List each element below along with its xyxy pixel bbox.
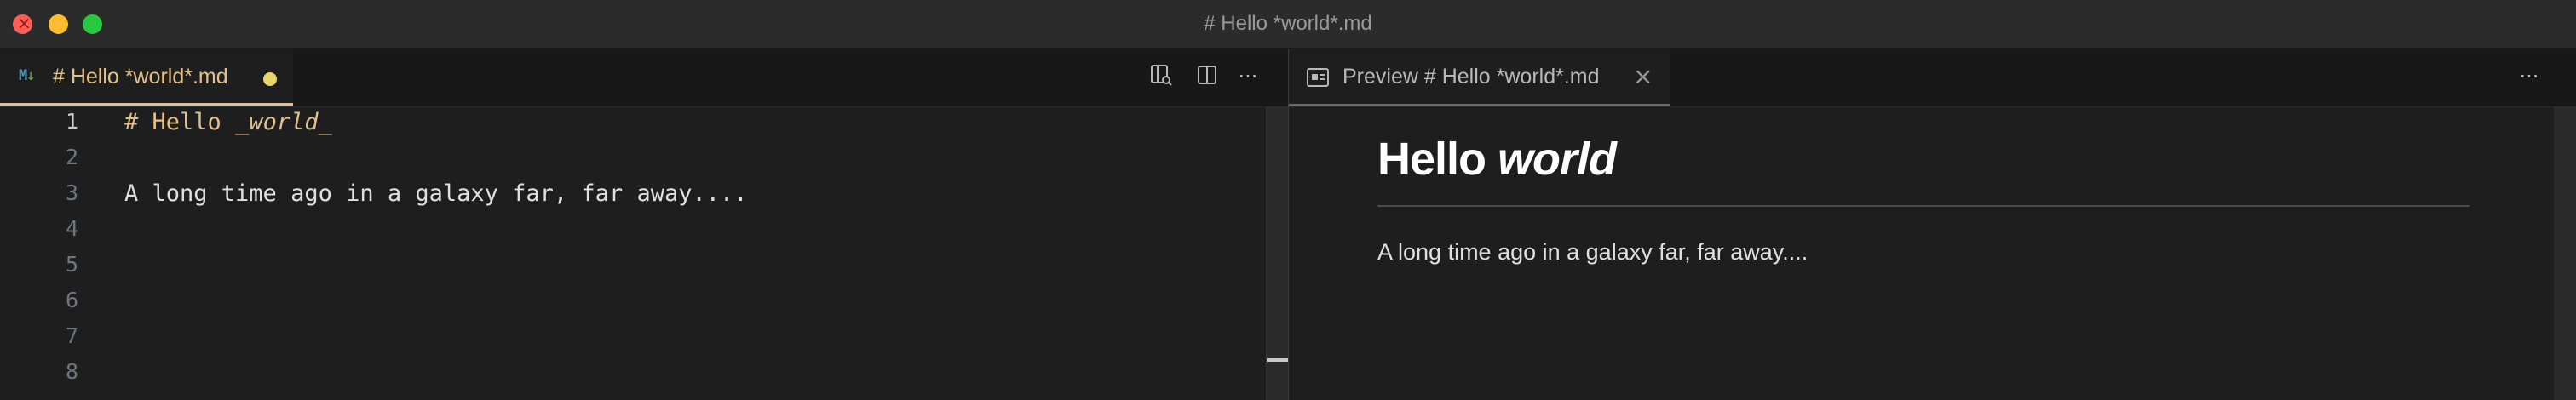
right-tab-bar: Preview # Hello *world*.md × ··· xyxy=(1289,49,2576,107)
preview-scrollbar[interactable] xyxy=(2554,107,2576,400)
editor-scrollbar[interactable] xyxy=(1266,107,1289,400)
more-actions-icon[interactable]: ··· xyxy=(2515,62,2544,91)
editor-line[interactable]: 5 xyxy=(0,252,1266,288)
editor-line[interactable]: 8 xyxy=(0,359,1266,395)
more-actions-icon[interactable]: ··· xyxy=(1233,62,1262,91)
preview-heading-italic: world xyxy=(1498,134,1617,185)
markdown-italic-text: _world_ xyxy=(235,109,332,135)
line-number: 6 xyxy=(65,288,78,312)
line-number: 7 xyxy=(65,323,78,348)
split-editor-icon[interactable] xyxy=(1193,62,1222,91)
tab-preview-hello-world-md[interactable]: Preview # Hello *world*.md × xyxy=(1289,49,1670,106)
tab-hello-world-md[interactable]: M↓ # Hello *world*.md xyxy=(0,49,293,106)
line-number: 4 xyxy=(65,216,78,241)
unsaved-changes-icon[interactable] xyxy=(263,72,277,86)
preview-icon xyxy=(1307,68,1329,87)
heading-divider xyxy=(1377,205,2470,207)
preview-heading-text: Hello xyxy=(1377,134,1498,185)
markdown-heading-text: Hello xyxy=(138,109,236,135)
editor-line[interactable]: 2 xyxy=(0,145,1266,180)
line-number: 8 xyxy=(65,359,78,384)
line-number: 1 xyxy=(65,109,78,134)
line-number: 3 xyxy=(65,180,78,205)
left-tab-bar: M↓ # Hello *world*.md ··· xyxy=(0,49,1288,107)
preview-paragraph: A long time ago in a galaxy far, far awa… xyxy=(1377,239,1808,265)
title-bar: # Hello *world*.md xyxy=(0,0,2576,49)
text-editor[interactable]: 1 # Hello _world_ 2 3 A long time ago in… xyxy=(0,107,1266,400)
line-content: A long time ago in a galaxy far, far awa… xyxy=(124,180,748,207)
editor-line[interactable]: 1 # Hello _world_ xyxy=(0,109,1266,145)
close-icon[interactable]: × xyxy=(1633,62,1653,90)
editor-line[interactable]: 3 A long time ago in a galaxy far, far a… xyxy=(0,180,1266,216)
line-number: 5 xyxy=(65,252,78,277)
markdown-icon: M↓ xyxy=(19,67,36,84)
markdown-preview: Hello world A long time ago in a galaxy … xyxy=(1289,107,2554,400)
markdown-heading-marker: # xyxy=(124,109,139,135)
tab-label: Preview # Hello *world*.md xyxy=(1343,65,1600,89)
tab-label: # Hello *world*.md xyxy=(53,65,228,89)
editor-line[interactable]: 4 xyxy=(0,216,1266,252)
editor-line[interactable]: 6 xyxy=(0,288,1266,323)
line-number: 2 xyxy=(65,145,78,169)
line-content: # Hello _world_ xyxy=(124,109,332,135)
preview-heading: Hello world xyxy=(1377,133,1617,186)
editor-line[interactable]: 7 xyxy=(0,323,1266,359)
window-title: # Hello *world*.md xyxy=(1204,12,1372,35)
open-preview-to-side-icon[interactable] xyxy=(1147,62,1176,91)
scrollbar-cursor-marker xyxy=(1267,358,1289,362)
